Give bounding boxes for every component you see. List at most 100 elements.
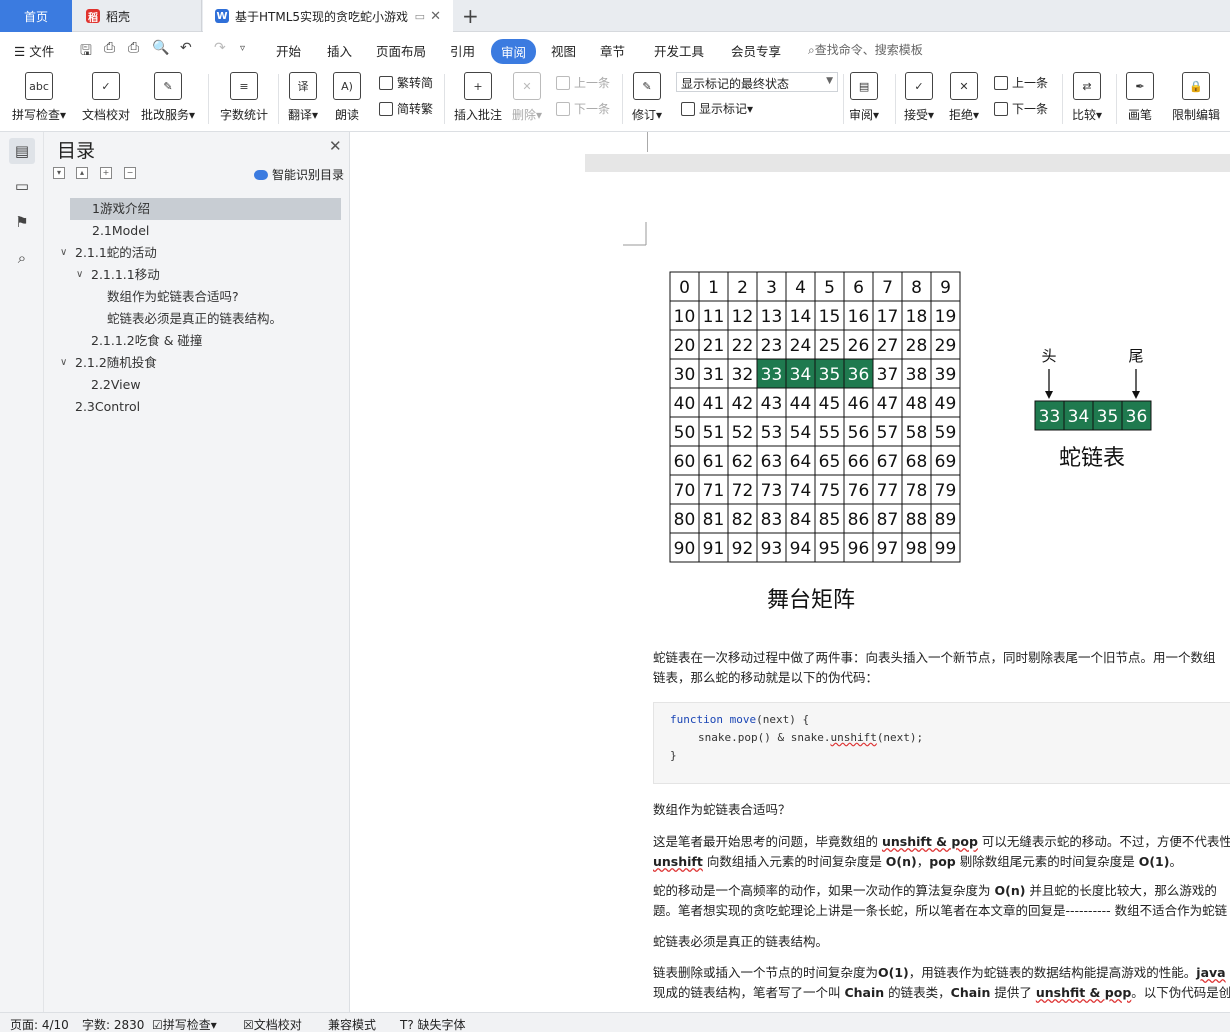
toc-item[interactable]: 2.1.1.1移动: [91, 264, 160, 286]
prev-comment-button[interactable]: 上一条: [556, 74, 610, 91]
prev-change-button[interactable]: 上一条: [994, 74, 1048, 91]
compare-button[interactable]: ⇄ 比较▾: [1072, 72, 1102, 123]
collapse-all-icon[interactable]: ▾: [53, 167, 65, 179]
review-pane-label: 审阅: [849, 108, 874, 122]
review-pane-button[interactable]: ▤ 审阅▾: [849, 72, 879, 123]
toc-item[interactable]: 数组作为蛇链表合适吗?: [107, 286, 239, 308]
chevron-down-icon[interactable]: ∨: [76, 269, 83, 280]
export-pdf-icon[interactable]: ⎙: [104, 40, 115, 56]
grid-cell-number: 11: [703, 307, 725, 327]
expand-up-icon[interactable]: ▴: [76, 167, 88, 179]
insert-comment-button[interactable]: + 插入批注: [454, 72, 502, 123]
grid-cell-number: 43: [761, 394, 783, 414]
markup-mode-select[interactable]: 显示标记的最终状态 ▼: [676, 72, 838, 92]
page-indicator[interactable]: 页面: 4/10: [10, 1016, 69, 1032]
print-preview-icon[interactable]: 🔍: [152, 40, 169, 56]
undo-icon[interactable]: ↶: [180, 40, 192, 56]
chevron-down-icon[interactable]: ∨: [60, 247, 67, 258]
text-run: O(1): [878, 965, 909, 980]
menu-developer[interactable]: 开发工具: [654, 41, 704, 60]
bookmark-icon[interactable]: ⚑: [9, 209, 35, 235]
review-ribbon: abc 拼写检查▾ ✓ 文档校对 ✎ 批改服务▾ ≡ 字数统计 译翻译▾ A) 朗读 繁转…: [0, 66, 1230, 132]
compare-icon: ⇄: [1073, 72, 1102, 100]
show-markup-button[interactable]: 显示标记▾: [681, 100, 753, 117]
toc-item[interactable]: 2.1.1.2吃食 & 碰撞: [91, 330, 202, 352]
next-comment-button[interactable]: 下一条: [556, 100, 610, 117]
word-count-indicator[interactable]: 字数: 2830: [82, 1016, 144, 1032]
chevron-down-icon[interactable]: ∨: [60, 357, 67, 368]
code-text: unshift: [830, 731, 877, 744]
status-doc-proof[interactable]: ☒文档校对: [243, 1016, 302, 1032]
grid-cell-number: 95: [819, 539, 841, 559]
save-icon[interactable]: 🖫: [80, 40, 92, 64]
compat-mode[interactable]: 兼容模式: [328, 1016, 376, 1032]
toc-item[interactable]: 1游戏介绍: [70, 198, 341, 220]
code-function-name: move: [729, 713, 757, 726]
track-changes-button[interactable]: ✎ 修订▾: [632, 72, 662, 123]
smart-toc-button[interactable]: 智能识别目录: [254, 166, 344, 183]
text-run: 的链表类，: [884, 985, 951, 1000]
toc-item[interactable]: 蛇链表必须是真正的链表结构。: [107, 308, 282, 330]
trad-to-simp-button[interactable]: 繁转简: [379, 74, 433, 91]
command-search[interactable]: ⌕查找命令、搜索模板: [808, 41, 923, 58]
next-change-button[interactable]: 下一条: [994, 100, 1048, 117]
menu-sections[interactable]: 章节: [600, 41, 625, 60]
toc-panel-icon[interactable]: ▤: [9, 138, 35, 164]
tab-document[interactable]: W 基于HTML5实现的贪吃蛇小游戏 ▭ ✕: [203, 0, 453, 32]
status-spell-check[interactable]: ☑拼写检查▾: [152, 1016, 217, 1032]
chapter-nav-icon[interactable]: ▭: [9, 173, 35, 199]
menu-view[interactable]: 视图: [551, 41, 576, 60]
tab-home[interactable]: 首页: [0, 0, 72, 32]
remove-heading-icon[interactable]: −: [124, 167, 136, 179]
close-tab-icon[interactable]: ✕: [430, 9, 441, 24]
toc-item[interactable]: 2.2View: [91, 374, 141, 396]
redo-icon[interactable]: ↷: [214, 40, 226, 56]
customize-quickbar-icon[interactable]: ▿: [240, 43, 245, 54]
tab-bar: 首页 稻 稻壳 W 基于HTML5实现的贪吃蛇小游戏 ▭ ✕ +: [0, 0, 1230, 32]
print-icon[interactable]: ⎙: [128, 40, 139, 56]
word-count-button[interactable]: ≡ 字数统计: [220, 72, 268, 123]
review-service-button[interactable]: ✎ 批改服务▾: [141, 72, 195, 123]
menu-review[interactable]: 审阅: [491, 39, 537, 64]
spell-check-button[interactable]: abc 拼写检查▾: [12, 72, 66, 123]
snake-cell-number: 36: [1126, 407, 1148, 427]
toc-item[interactable]: 2.1.1蛇的活动: [75, 242, 157, 264]
add-heading-icon[interactable]: +: [100, 167, 112, 179]
close-icon[interactable]: ✕: [329, 137, 342, 155]
ink-button[interactable]: ✒ 画笔: [1126, 72, 1154, 123]
menu-start[interactable]: 开始: [276, 41, 301, 60]
reject-button[interactable]: ✕ 拒绝▾: [949, 72, 979, 123]
document-page[interactable]: 0 1 2 3 4 5 6 7 8 9 10 11 12 13 14 15 16 17 18 19 20 21 22 23 24…: [585, 172, 1230, 1012]
grid-cell-number: 51: [703, 423, 725, 443]
read-aloud-button[interactable]: A) 朗读: [333, 72, 361, 123]
text-run: ，用链表作为蛇链表的数据结构能提高游戏的性能。: [908, 965, 1197, 980]
menu-membership[interactable]: 会员专享: [731, 41, 781, 60]
menu-insert[interactable]: 插入: [327, 41, 352, 60]
grid-cell-number: 45: [819, 394, 841, 414]
grid-cell-number: 23: [761, 336, 783, 356]
translate-button[interactable]: 译翻译▾: [288, 72, 318, 123]
monitor-icon[interactable]: ▭: [415, 10, 425, 23]
doc-proof-button[interactable]: ✓ 文档校对: [82, 72, 130, 123]
code-block[interactable]: function move(next) { snake.pop() & snak…: [653, 702, 1230, 784]
toc-item[interactable]: 2.1Model: [92, 220, 149, 242]
toc-item[interactable]: 2.3Control: [75, 396, 140, 418]
accept-button[interactable]: ✓ 接受▾: [904, 72, 934, 123]
menu-references[interactable]: 引用: [450, 41, 475, 60]
search-icon[interactable]: ⌕: [9, 245, 35, 271]
toc-item[interactable]: 2.1.2随机投食: [75, 352, 157, 374]
menu-page-layout[interactable]: 页面布局: [376, 41, 426, 60]
tab-docer[interactable]: 稻 稻壳: [72, 0, 202, 32]
simp-to-trad-button[interactable]: 简转繁: [379, 100, 433, 117]
accept-icon: ✓: [905, 72, 934, 100]
text-run: O(1): [1138, 854, 1170, 869]
delete-comment-button[interactable]: ✕ 删除▾: [512, 72, 542, 123]
new-tab-button[interactable]: +: [462, 4, 479, 28]
restrict-edit-button[interactable]: 🔒 限制编辑: [1172, 72, 1220, 123]
text-run: unshfit & pop: [1035, 985, 1132, 1000]
code-text: }: [670, 749, 677, 762]
grid-cell-number: 93: [761, 539, 783, 559]
file-menu[interactable]: ☰ 文件: [14, 41, 54, 60]
tab-docer-label: 稻壳: [106, 9, 131, 24]
missing-font-indicator[interactable]: T? 缺失字体: [400, 1016, 466, 1032]
